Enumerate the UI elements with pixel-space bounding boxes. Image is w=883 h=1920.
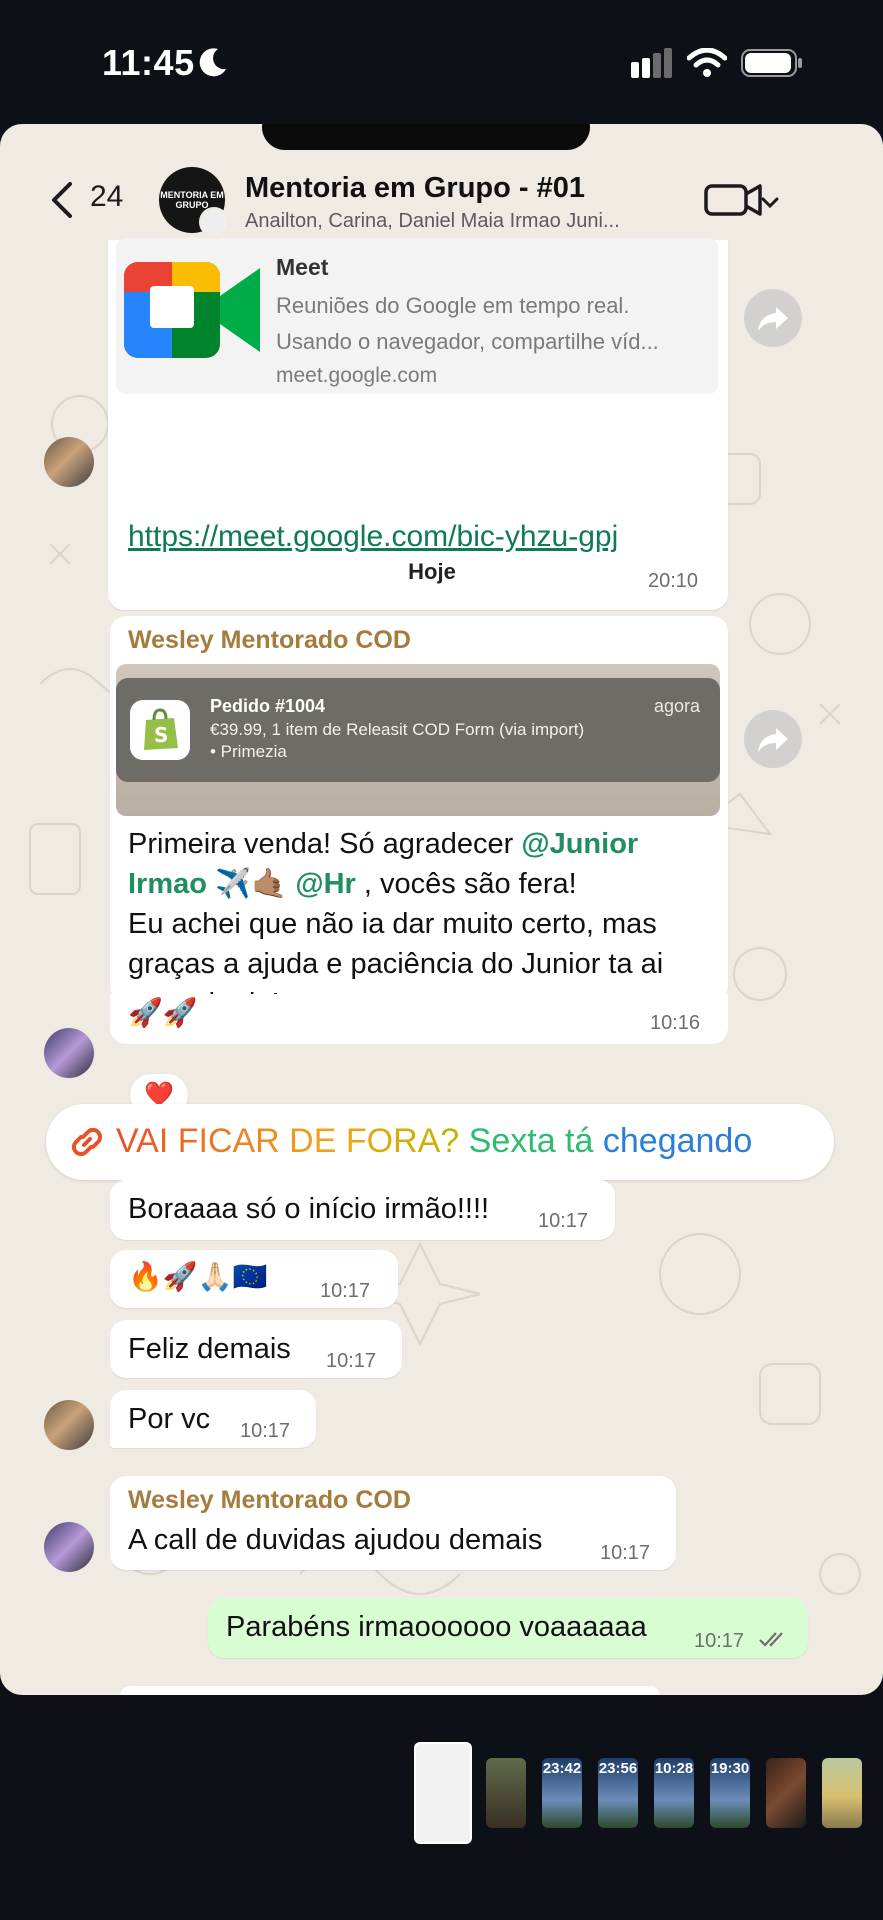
banner-part-3: chegando <box>602 1122 753 1160</box>
message-3[interactable]: Feliz demais 10:17 <box>110 1320 402 1378</box>
message-text: Por vc <box>128 1403 211 1435</box>
forward-button[interactable] <box>744 710 802 768</box>
thumbnail-lockscreen-4[interactable]: 19:30 <box>710 1758 750 1828</box>
message-first-sale[interactable]: Wesley Mentorado COD S Pedido #1004 €39.… <box>110 616 728 1020</box>
message-text: Feliz demais <box>128 1333 291 1365</box>
notification-line-2: • Primezia <box>210 742 287 761</box>
battery-icon <box>741 49 802 77</box>
forward-arrow-icon <box>758 728 788 752</box>
link-chain-icon <box>71 1127 103 1157</box>
thumbnail-time: 23:56 <box>598 1760 638 1777</box>
text-pre: Primeira venda! Só agradecer <box>128 828 522 860</box>
unread-count[interactable]: 24 <box>90 180 123 214</box>
chevron-down-icon[interactable] <box>760 196 780 210</box>
status-icons <box>631 48 803 78</box>
notification-title: Pedido #1004 <box>210 696 326 716</box>
chat-header: 24 MENTORIA EM GRUPO Mentoria em Grupo -… <box>0 150 883 246</box>
message-time: 10:17 <box>326 1350 377 1372</box>
message-5[interactable]: Wesley Mentorado COD A call de duvidas a… <box>110 1476 676 1570</box>
status-bar: 11:45 <box>0 0 883 125</box>
forward-button[interactable] <box>744 289 802 347</box>
thumbnail-lockscreen-1[interactable]: 23:42 <box>542 1758 582 1828</box>
message-text-line-4: graças a ajuda e paciência do Junior ta … <box>128 948 664 980</box>
link-preview-card[interactable]: Meet Reuniões do Google em tempo real. U… <box>116 238 718 394</box>
avatar-sender-couple[interactable] <box>44 1400 94 1450</box>
cellular-signal-icon <box>631 48 672 78</box>
message-time: 10:17 <box>538 1210 589 1232</box>
sender-name[interactable]: Wesley Mentorado COD <box>128 1486 411 1515</box>
message-time: 10:17 <box>320 1280 371 1302</box>
chat-screen: 24 MENTORIA EM GRUPO Mentoria em Grupo -… <box>0 124 883 1695</box>
moon-icon <box>199 48 226 77</box>
message-input-bar[interactable] <box>120 1686 660 1695</box>
forward-arrow-icon <box>758 307 788 331</box>
link-preview-domain: meet.google.com <box>276 364 438 387</box>
chat-title[interactable]: Mentoria em Grupo - #01 <box>245 172 585 205</box>
meet-link[interactable]: https://meet.google.com/bic-yhzu-gpj <box>128 520 618 554</box>
message-text: Boraaaa só o início irmão!!!! <box>128 1193 490 1225</box>
wifi-icon <box>687 48 727 77</box>
sender-name[interactable]: Wesley Mentorado COD <box>128 626 411 655</box>
thumbnail-current[interactable] <box>414 1742 472 1844</box>
group-avatar[interactable]: MENTORIA EM GRUPO <box>159 167 229 237</box>
chat-participants[interactable]: Anailton, Carina, Daniel Maia Irmao Juni… <box>245 210 620 233</box>
message-time: 10:17 <box>600 1542 651 1564</box>
avatar-wesley[interactable] <box>44 1522 94 1572</box>
thumbnail-time: 23:42 <box>542 1760 582 1777</box>
mention-irmao[interactable]: Irmao <box>128 868 207 900</box>
message-outgoing[interactable]: Parabéns irmaoooooo voaaaaaa 10:17 <box>208 1598 808 1658</box>
message-time: 10:17 <box>694 1630 745 1652</box>
message-text: A call de duvidas ajudou demais <box>128 1524 543 1556</box>
google-meet-logo-icon <box>124 262 260 358</box>
message-text-line-2: Irmao ✈️🤙🏽 @Hr , vocês são fera! <box>128 864 577 905</box>
date-divider: Hoje <box>341 553 523 591</box>
rocket-emojis: 🚀🚀 <box>128 997 198 1028</box>
message-time: 20:10 <box>648 570 699 592</box>
message-text-line-1: Primeira venda! Só agradecer @Junior <box>128 824 638 865</box>
banner-part-2: Sexta tá <box>468 1122 594 1160</box>
promo-banner[interactable]: VAI FICAR DE FORA? Sexta tá chegando <box>46 1104 834 1180</box>
thumbnail-outdoor[interactable] <box>822 1758 862 1828</box>
thumbnail-lockscreen-2[interactable]: 23:56 <box>598 1758 638 1828</box>
notification-line-1: €39.99, 1 item de Releasit COD Form (via… <box>210 720 585 739</box>
banner-part-1: VAI FICAR DE FORA? <box>116 1122 460 1160</box>
notification-screenshot[interactable]: S Pedido #1004 €39.99, 1 item de Releasi… <box>116 664 720 816</box>
thumbnail-time: 10:28 <box>654 1760 694 1777</box>
message-4[interactable]: Por vc 10:17 <box>110 1390 316 1448</box>
text-mid: , vocês são fera! <box>355 868 577 900</box>
message-1[interactable]: Boraaaa só o início irmão!!!! 10:17 <box>110 1180 615 1240</box>
group-badge-icon <box>199 207 229 237</box>
mention-emoji: ✈️🤙🏽 <box>215 868 288 900</box>
message-time: 10:16 <box>650 1012 701 1034</box>
status-time: 11:45 <box>102 42 195 83</box>
double-check-icon <box>759 1632 783 1647</box>
message-first-sale-tail: 🚀🚀 10:16 <box>110 994 728 1044</box>
message-2[interactable]: 🔥🚀🙏🏻🇪🇺 10:17 <box>110 1250 398 1308</box>
dynamic-island <box>262 124 590 150</box>
message-text: Parabéns irmaoooooo voaaaaaa <box>226 1611 647 1643</box>
thumbnail-time: 19:30 <box>710 1760 750 1777</box>
notification-time: agora <box>653 696 700 716</box>
thumbnail-street[interactable] <box>486 1758 526 1828</box>
previous-status-bar <box>0 124 883 150</box>
shopify-bag-icon: S <box>130 700 190 760</box>
mention-hr[interactable]: @Hr <box>295 868 356 900</box>
message-emojis: 🔥🚀🙏🏻🇪🇺 <box>128 1261 268 1292</box>
avatar-sender-couple[interactable] <box>44 437 94 487</box>
avatar-wesley[interactable] <box>44 1028 94 1078</box>
link-preview-title: Meet <box>276 254 329 280</box>
message-text-line-3: Eu achei que não ia dar muito certo, mas <box>128 908 657 940</box>
back-chevron-icon[interactable] <box>48 180 76 220</box>
thumbnail-lockscreen-3[interactable]: 10:28 <box>654 1758 694 1828</box>
mention-junior[interactable]: @Junior <box>521 828 638 860</box>
svg-text:S: S <box>154 723 168 747</box>
shopify-notification: S Pedido #1004 €39.99, 1 item de Releasi… <box>116 678 720 782</box>
banner-text[interactable]: VAI FICAR DE FORA? Sexta tá chegando <box>116 1122 752 1161</box>
message-time: 10:17 <box>240 1420 291 1442</box>
link-preview-description-2: Usando o navegador, compartilhe víd... <box>276 329 659 354</box>
thumbnail-food[interactable] <box>766 1758 806 1828</box>
link-preview-description-1: Reuniões do Google em tempo real. <box>276 293 630 318</box>
